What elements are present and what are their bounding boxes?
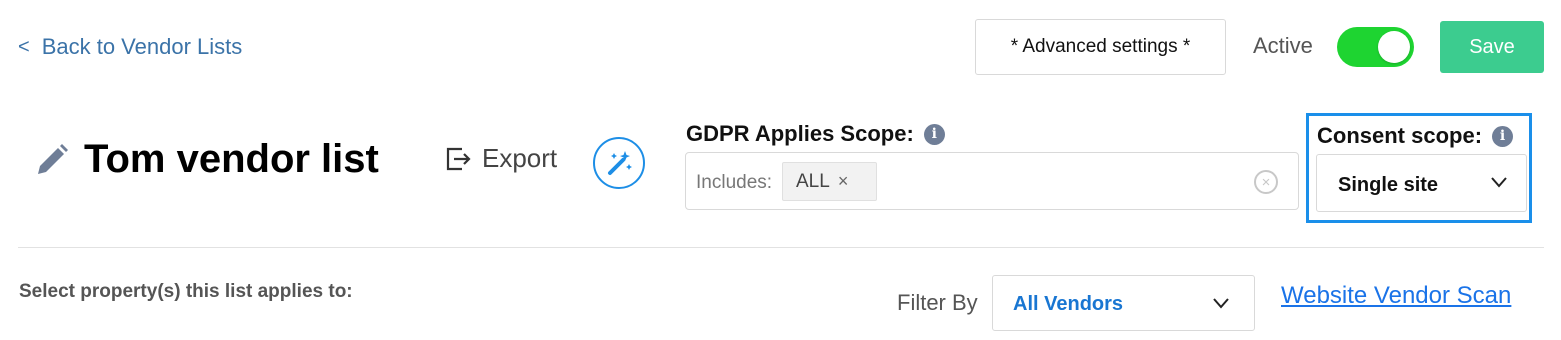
toggle-knob	[1378, 31, 1410, 63]
chevron-left-icon: <	[18, 35, 30, 58]
consent-scope-highlight: Consent scope: i Single site	[1306, 113, 1532, 223]
consent-scope-value: Single site	[1338, 174, 1439, 196]
chevron-down-icon	[1491, 177, 1507, 188]
remove-tag-icon[interactable]: ×	[838, 171, 849, 192]
gdpr-scope-select[interactable]: Includes: ALL × ×	[685, 152, 1299, 210]
info-icon[interactable]: i	[923, 123, 945, 145]
consent-scope-label-text: Consent scope:	[1317, 123, 1483, 148]
includes-label: Includes:	[696, 172, 773, 193]
filter-value: All Vendors	[1013, 293, 1124, 315]
info-icon[interactable]: i	[1492, 125, 1514, 147]
clear-circle-icon[interactable]: ×	[1254, 170, 1278, 194]
consent-scope-label: Consent scope: i	[1317, 123, 1514, 149]
gdpr-scope-label-text: GDPR Applies Scope:	[686, 121, 914, 146]
export-label: Export	[482, 143, 558, 173]
magic-wand-button[interactable]	[593, 137, 645, 189]
scope-tag-label: ALL	[796, 170, 830, 192]
select-properties-label: Select property(s) this list applies to:	[19, 281, 353, 302]
filter-by-select[interactable]: All Vendors	[992, 275, 1255, 331]
magic-wand-icon	[608, 151, 632, 175]
back-link-label: Back to Vendor Lists	[41, 34, 243, 59]
filter-by-label: Filter By	[897, 290, 978, 315]
pencil-icon[interactable]	[34, 142, 70, 178]
vendor-list-title: Tom vendor list	[84, 137, 379, 181]
active-toggle[interactable]	[1337, 27, 1414, 67]
save-button[interactable]: Save	[1440, 21, 1544, 73]
gdpr-scope-label: GDPR Applies Scope: i	[686, 121, 945, 147]
advanced-settings-button[interactable]: * Advanced settings *	[975, 19, 1226, 75]
chevron-down-icon	[1213, 298, 1229, 309]
scope-tag: ALL ×	[782, 162, 877, 201]
active-label: Active	[1253, 33, 1313, 58]
back-to-vendor-lists-link[interactable]: < Back to Vendor Lists	[18, 34, 242, 60]
website-vendor-scan-link[interactable]: Website Vendor Scan	[1281, 282, 1511, 310]
export-button[interactable]: Export	[444, 143, 557, 174]
export-icon	[446, 147, 471, 170]
section-divider	[18, 247, 1544, 248]
consent-scope-select[interactable]: Single site	[1316, 154, 1527, 212]
